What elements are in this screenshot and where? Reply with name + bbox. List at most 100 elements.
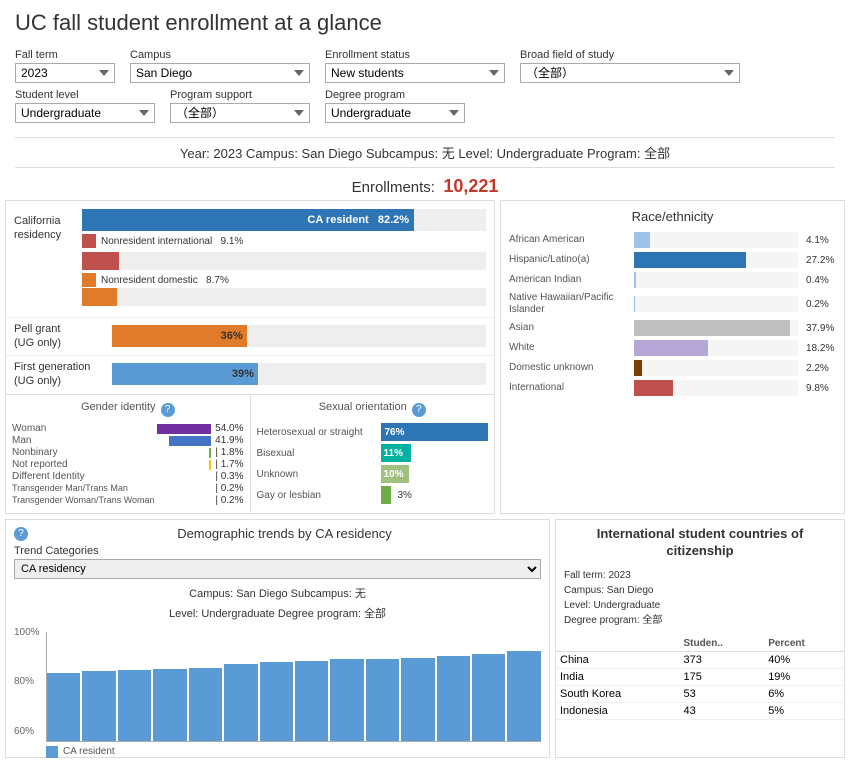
race-bar-hispanic-bg [634, 252, 798, 268]
trend-info-icon[interactable]: ? [14, 527, 28, 541]
chart-bar-9 [330, 659, 363, 741]
broad-field-filter: Broad field of study （全部） [520, 49, 740, 83]
chart-bars [46, 632, 541, 742]
race-row-white: White 18.2% [509, 340, 836, 356]
enrollment-status-filter: Enrollment status New students [325, 49, 505, 83]
firstgen-section: First generation(UG only) 39% [6, 355, 494, 395]
bar-row-dom-bar [82, 288, 486, 306]
gender-row-nonbinary: Nonbinary | 1.8% [12, 447, 244, 458]
student-level-select[interactable]: Undergraduate [15, 103, 155, 123]
residency-label: Californiaresidency [14, 209, 74, 309]
race-row-american-indian: American Indian 0.4% [509, 272, 836, 288]
residency-section: Californiaresidency CA resident 82.2% [6, 201, 494, 317]
bottom-grid: ? Demographic trends by CA residency Tre… [0, 519, 850, 763]
dom-bar [82, 288, 117, 306]
program-support-select[interactable]: （全部） [170, 103, 310, 123]
race-bar-intl-bg [634, 380, 798, 396]
legend-color [46, 746, 58, 758]
firstgen-label: First generation(UG only) [14, 360, 104, 389]
sexual-bar-bisexual: 11% [381, 444, 411, 462]
trend-categories-select[interactable]: CA residency [14, 559, 541, 579]
intl-bar-label-row: Nonresident international 9.1% [82, 234, 243, 248]
degree-program-select[interactable]: Undergraduate [325, 103, 465, 123]
bar-row-dom: Nonresident domestic 8.7% [82, 273, 486, 287]
intl-panel: International student countries of citiz… [555, 519, 845, 758]
enrollment-status-label: Enrollment status [325, 49, 505, 61]
intl-row-china: China 373 40% [556, 651, 844, 668]
intl-row-southkorea: South Korea 53 6% [556, 685, 844, 702]
race-bar-asian [634, 320, 790, 336]
ca-resident-bar: CA resident 82.2% [82, 209, 414, 231]
sexual-title: Sexual orientation [319, 401, 407, 413]
campus-select[interactable]: San Diego [130, 63, 310, 83]
enrollments-row: Enrollments: 10,221 [0, 173, 850, 200]
sexual-bar-unknown: 10% [381, 465, 409, 483]
student-level-filter: Student level Undergraduate [15, 89, 155, 123]
sexual-rows: Heterosexual or straight 76% Bisexual 11… [257, 423, 489, 504]
chart-bar-5 [189, 668, 222, 741]
intl-info-line3: Level: Undergraduate [564, 598, 836, 613]
pct-china: 40% [764, 651, 844, 668]
campus-label: Campus [130, 49, 310, 61]
trend-filter-row: Trend Categories CA residency [6, 545, 549, 583]
intl-row-indonesia: Indonesia 43 5% [556, 702, 844, 719]
fall-term-filter: Fall term 2023 [15, 49, 115, 83]
race-bar-african-bg [634, 232, 798, 248]
gender-title-row: Gender identity ? [12, 401, 244, 418]
trend-info: Campus: San Diego Subcampus: 无 Level: Un… [6, 583, 549, 627]
gender-row-notreported: Not reported | 1.7% [12, 459, 244, 470]
right-panel: Race/ethnicity African American 4.1% His… [500, 200, 845, 514]
chart-bar-10 [366, 659, 399, 741]
trend-info-line2: Level: Undergraduate Degree program: 全部 [169, 608, 386, 620]
filter-row-2: Student level Undergraduate Program supp… [15, 89, 835, 123]
gender-row-woman: Woman 54.0% [12, 423, 244, 434]
race-bar-white [634, 340, 708, 356]
page-title: UC fall student enrollment at a glance [15, 10, 835, 36]
broad-field-select[interactable]: （全部） [520, 63, 740, 83]
enrollment-status-select[interactable]: New students [325, 63, 505, 83]
degree-program-label: Degree program [325, 89, 465, 101]
race-title: Race/ethnicity [509, 209, 836, 224]
dom-color-box [82, 273, 96, 287]
sexual-row-unknown: Unknown 10% [257, 465, 489, 483]
dom-bar-bg [82, 288, 486, 306]
firstgen-row: First generation(UG only) 39% [14, 360, 486, 389]
chart-bar-6 [224, 664, 257, 740]
firstgen-pct: 39% [232, 368, 254, 380]
pell-bar: 36% [112, 325, 247, 347]
pell-label: Pell grant(UG only) [14, 322, 104, 351]
trend-panel: ? Demographic trends by CA residency Tre… [5, 519, 550, 758]
trend-categories-label: Trend Categories [14, 545, 541, 557]
program-support-label: Program support [170, 89, 310, 101]
fall-term-select[interactable]: 2023 [15, 63, 115, 83]
ca-resident-bar-container: CA resident 82.2% [82, 209, 486, 231]
trend-chart: 100% 80% 60% [6, 627, 549, 757]
gender-title: Gender identity [81, 401, 156, 413]
gender-row-different: Different Identity | 0.3% [12, 471, 244, 482]
chart-bar-4 [153, 669, 186, 741]
intl-table: Studen.. Percent China 373 40% India 175… [556, 636, 844, 720]
intl-bar-bg [82, 252, 486, 270]
chart-bar-8 [295, 661, 328, 741]
dom-label: Nonresident domestic 8.7% [101, 275, 229, 286]
gender-info-icon[interactable]: ? [161, 403, 175, 417]
intl-row-india: India 175 19% [556, 668, 844, 685]
intl-table-body: China 373 40% India 175 19% South Korea … [556, 651, 844, 719]
country-china: China [556, 651, 679, 668]
race-bar-white-bg [634, 340, 798, 356]
intl-info-line1: Fall term: 2023 [564, 568, 836, 583]
students-southkorea: 53 [679, 685, 764, 702]
residency-bars: CA resident 82.2% Nonresident internatio… [82, 209, 486, 309]
program-support-filter: Program support （全部） [170, 89, 310, 123]
enrollments-count: 10,221 [443, 176, 498, 196]
intl-info-line4: Degree program: 全部 [564, 613, 836, 628]
campus-filter: Campus San Diego [130, 49, 310, 83]
sexual-info-icon[interactable]: ? [412, 403, 426, 417]
pct-india: 19% [764, 668, 844, 685]
bar-row-ca: CA resident 82.2% [82, 209, 486, 231]
col-students: Studen.. [679, 636, 764, 652]
pct-southkorea: 6% [764, 685, 844, 702]
summary-bar: Year: 2023 Campus: San Diego Subcampus: … [15, 137, 835, 168]
race-bar-nhpi-bg [634, 296, 798, 312]
country-southkorea: South Korea [556, 685, 679, 702]
